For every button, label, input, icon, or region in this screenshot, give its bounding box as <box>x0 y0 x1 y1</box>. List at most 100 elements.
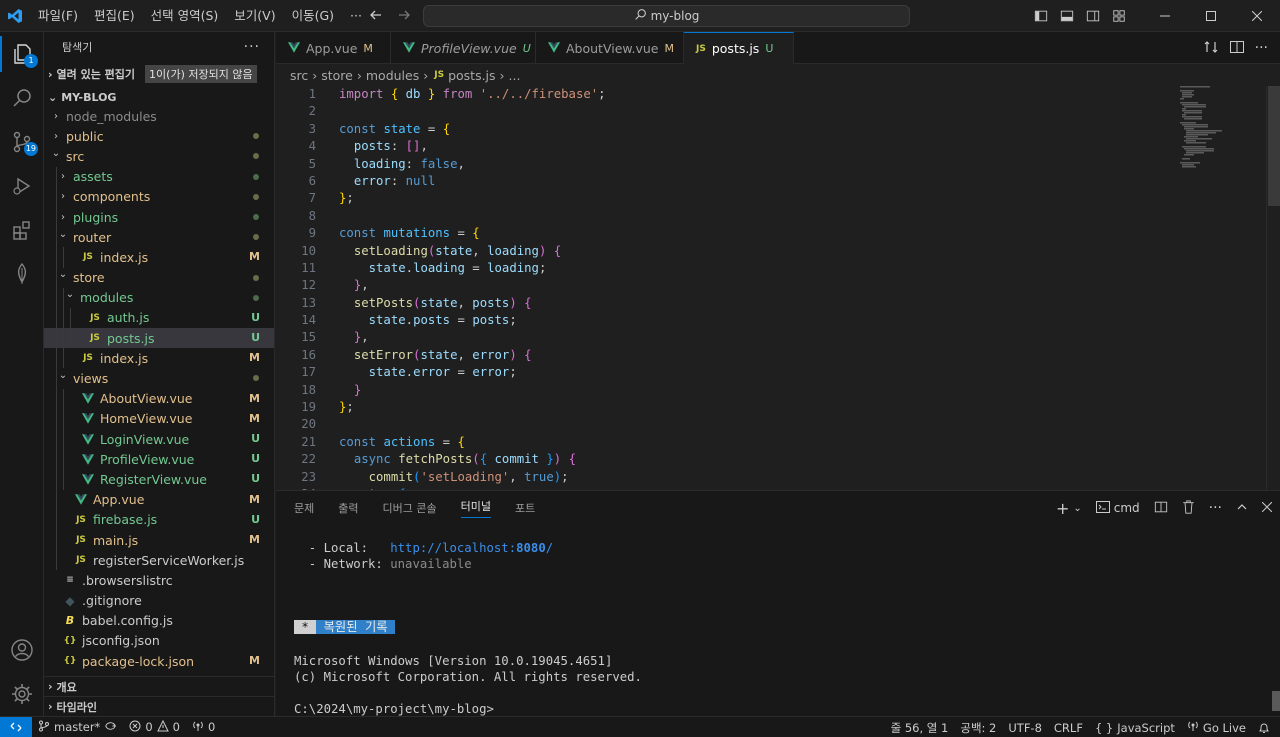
tree-folder[interactable]: ⌄ modules <box>44 287 274 308</box>
tree-file[interactable]: Bbabel.config.js <box>44 611 274 631</box>
outline-section[interactable]: › 개요 <box>44 676 274 696</box>
trash-icon[interactable] <box>1182 499 1195 517</box>
breadcrumb-item[interactable]: posts.js <box>448 68 495 83</box>
tree-folder[interactable]: › assets <box>44 166 274 187</box>
tree-file[interactable]: JS registerServiceWorker.js <box>44 550 274 571</box>
tree-file[interactable]: JS auth.js U <box>44 307 274 329</box>
terminal-prompt[interactable]: C:\2024\my-project\my-blog> <box>294 701 494 717</box>
editor-scrollbar[interactable] <box>1266 86 1280 490</box>
search-icon[interactable] <box>0 76 44 120</box>
menu-more[interactable]: ··· <box>342 0 370 32</box>
minimap[interactable] <box>1176 86 1266 186</box>
more-actions-icon[interactable]: ··· <box>1255 40 1268 56</box>
tree-folder[interactable]: ⌄ store <box>44 267 274 288</box>
tree-file[interactable]: JS main.js M <box>44 529 274 551</box>
tree-folder[interactable]: › node_modules <box>44 106 274 126</box>
tab-terminal[interactable]: 터미널 <box>460 498 491 518</box>
branch-status[interactable]: master* <box>32 720 123 735</box>
tree-file[interactable]: RegisterView.vue U <box>44 469 274 490</box>
menu-selection[interactable]: 선택 영역(S) <box>143 0 227 32</box>
source-control-icon[interactable]: 19 <box>0 120 44 164</box>
toggle-secondary-sidebar-icon[interactable] <box>1080 0 1106 32</box>
terminal-shell[interactable]: cmd <box>1095 500 1140 516</box>
run-debug-icon[interactable] <box>0 164 44 208</box>
indentation[interactable]: 공백: 2 <box>954 720 1002 736</box>
close-panel-icon[interactable] <box>1261 501 1273 515</box>
ports-status[interactable]: 0 <box>186 720 221 735</box>
forward-arrow-icon[interactable] <box>396 7 412 26</box>
open-changes-icon[interactable] <box>1203 39 1219 58</box>
tree-folder[interactable]: ⌄ router <box>44 227 274 248</box>
breadcrumb-item[interactable]: ... <box>509 68 521 83</box>
tree-file[interactable]: JS firebase.js U <box>44 509 274 530</box>
command-center-search[interactable]: my-blog <box>423 5 910 27</box>
menu-go[interactable]: 이동(G) <box>284 0 342 32</box>
tab-profileview-vue[interactable]: ProfileView.vue U <box>391 32 536 64</box>
terminal-port[interactable]: 8080 <box>516 541 546 555</box>
language-mode[interactable]: { } JavaScript <box>1089 721 1181 735</box>
breadcrumb-item[interactable]: src <box>290 68 308 83</box>
chevron-down-icon[interactable]: ⌄ <box>1073 503 1081 514</box>
scrollbar-thumb[interactable] <box>1268 86 1280 206</box>
extensions-icon[interactable] <box>0 208 44 252</box>
problems-status[interactable]: 0 0 <box>123 719 186 735</box>
terminal-link[interactable]: http://localhost: <box>390 541 516 555</box>
chevron-up-icon[interactable] <box>1236 501 1248 516</box>
tree-file[interactable]: {} package-lock.json M <box>44 651 274 671</box>
tree-file[interactable]: HomeView.vue M <box>44 408 274 429</box>
tree-file[interactable]: JS posts.js U <box>44 328 274 349</box>
sync-icon[interactable] <box>104 720 117 735</box>
split-editor-icon[interactable] <box>1229 39 1245 58</box>
tree-folder[interactable]: ⌄ views <box>44 368 274 389</box>
tree-file[interactable]: ≡ .browserslistrc <box>44 570 274 590</box>
tree-file[interactable]: JS index.js M <box>44 348 274 369</box>
explorer-icon[interactable]: 1 <box>0 32 44 76</box>
tab-posts-js[interactable]: JS posts.js U <box>684 32 794 64</box>
settings-gear-icon[interactable] <box>0 672 44 716</box>
tab-app-vue[interactable]: App.vue M <box>276 32 391 64</box>
tab-aboutview-vue[interactable]: AboutView.vue M <box>536 32 684 64</box>
code-content[interactable]: import { db } from '../../firebase'; con… <box>339 86 606 490</box>
tree-file[interactable]: App.vue M <box>44 489 274 510</box>
tree-folder[interactable]: › public <box>44 126 274 146</box>
tree-file[interactable]: ◆ .gitignore <box>44 591 274 611</box>
tab-output[interactable]: 출력 <box>338 500 358 516</box>
tab-ports[interactable]: 포트 <box>515 500 535 516</box>
toggle-panel-icon[interactable] <box>1054 0 1080 32</box>
new-terminal-icon[interactable]: + <box>1056 499 1069 518</box>
open-editors-section[interactable]: › 열려 있는 편집기 1이(가) 저장되지 않음 <box>44 62 274 86</box>
remote-indicator-icon[interactable] <box>0 716 32 737</box>
tree-folder[interactable]: › components <box>44 186 274 207</box>
customize-layout-icon[interactable] <box>1106 0 1132 32</box>
menu-file[interactable]: 파일(F) <box>30 0 86 32</box>
tree-file[interactable]: {} jsconfig.json <box>44 631 274 651</box>
notifications-bell-icon[interactable] <box>1252 722 1276 734</box>
code-editor[interactable]: 123456789101112131415161718192021222324 … <box>276 86 1280 490</box>
tree-file[interactable]: JS index.js M <box>44 247 274 268</box>
tab-problems[interactable]: 문제 <box>294 500 314 516</box>
tab-debug-console[interactable]: 디버그 콘솔 <box>383 500 437 516</box>
timeline-section[interactable]: › 타임라인 <box>44 696 274 716</box>
more-actions-icon[interactable]: ··· <box>1209 500 1222 516</box>
account-icon[interactable] <box>0 628 44 672</box>
toggle-primary-sidebar-icon[interactable] <box>1028 0 1054 32</box>
mongodb-leaf-icon[interactable] <box>0 252 44 296</box>
encoding[interactable]: UTF-8 <box>1002 721 1048 735</box>
split-terminal-icon[interactable] <box>1154 500 1168 517</box>
project-section[interactable]: ⌄ MY-BLOG <box>44 88 274 106</box>
breadcrumb-item[interactable]: store <box>321 68 353 83</box>
maximize-icon[interactable] <box>1188 0 1234 32</box>
go-live-button[interactable]: Go Live <box>1181 720 1252 735</box>
breadcrumb-item[interactable]: modules <box>366 68 419 83</box>
tree-file[interactable]: LoginView.vue U <box>44 429 274 450</box>
back-arrow-icon[interactable] <box>368 7 384 26</box>
menu-view[interactable]: 보기(V) <box>226 0 283 32</box>
tree-folder[interactable]: › plugins <box>44 206 274 228</box>
minimize-icon[interactable] <box>1142 0 1188 32</box>
tree-folder[interactable]: ⌄ src <box>44 146 274 166</box>
close-icon[interactable] <box>1234 0 1280 32</box>
tree-file[interactable]: ProfileView.vue U <box>44 449 274 470</box>
end-of-line[interactable]: CRLF <box>1048 721 1089 735</box>
menu-edit[interactable]: 편집(E) <box>86 0 143 32</box>
terminal-scrollbar[interactable] <box>1272 691 1280 711</box>
